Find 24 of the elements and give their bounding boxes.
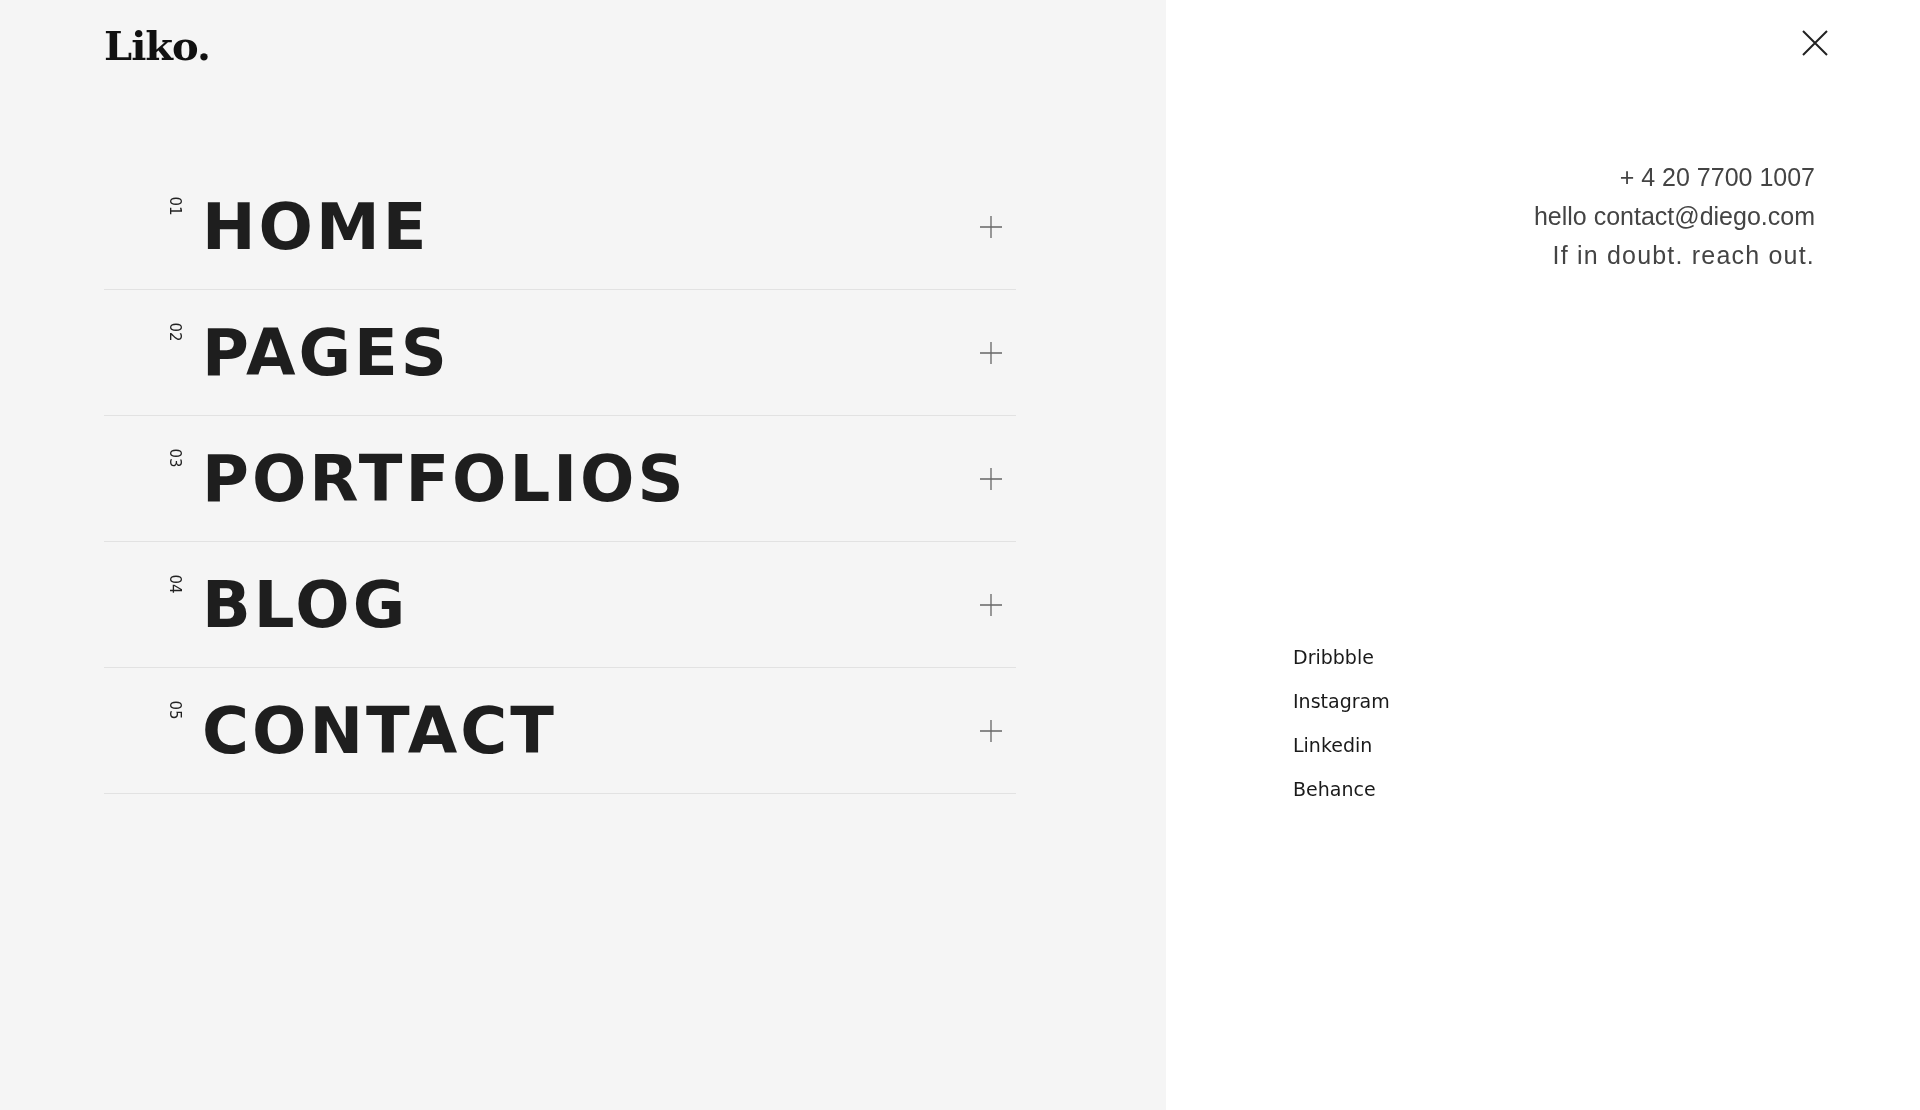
social-link[interactable]: Behance <box>1293 767 1376 811</box>
item-number: 01 <box>166 196 182 217</box>
plus-icon[interactable] <box>980 719 1002 742</box>
item-number: 05 <box>166 700 182 721</box>
menu-link[interactable]: PORTFOLIOS <box>202 446 687 511</box>
plus-icon[interactable] <box>980 341 1002 364</box>
contact-text: If in doubt. reach out. <box>1551 240 1815 271</box>
social-link[interactable]: Instagram <box>1293 679 1390 723</box>
contact-text: hello contact@diego.com <box>1532 201 1815 232</box>
logo[interactable]: Liko. <box>104 26 1166 66</box>
item-number: 04 <box>166 574 182 595</box>
item-number: 03 <box>166 448 182 469</box>
contact-text: + 4 20 7700 1007 <box>1618 162 1815 193</box>
social-link[interactable]: Linkedin <box>1293 723 1373 767</box>
menu-link[interactable]: HOME <box>202 194 430 259</box>
plus-icon[interactable] <box>980 593 1002 616</box>
close-button[interactable] <box>1800 28 1830 58</box>
social-link[interactable]: Dribbble <box>1293 635 1374 679</box>
menu-link[interactable]: BLOG <box>202 572 409 637</box>
plus-icon[interactable] <box>980 215 1002 238</box>
item-number: 02 <box>166 322 182 343</box>
menu-link[interactable]: PAGES <box>202 320 450 385</box>
menu-link[interactable]: CONTACT <box>202 698 557 763</box>
plus-icon[interactable] <box>980 467 1002 490</box>
